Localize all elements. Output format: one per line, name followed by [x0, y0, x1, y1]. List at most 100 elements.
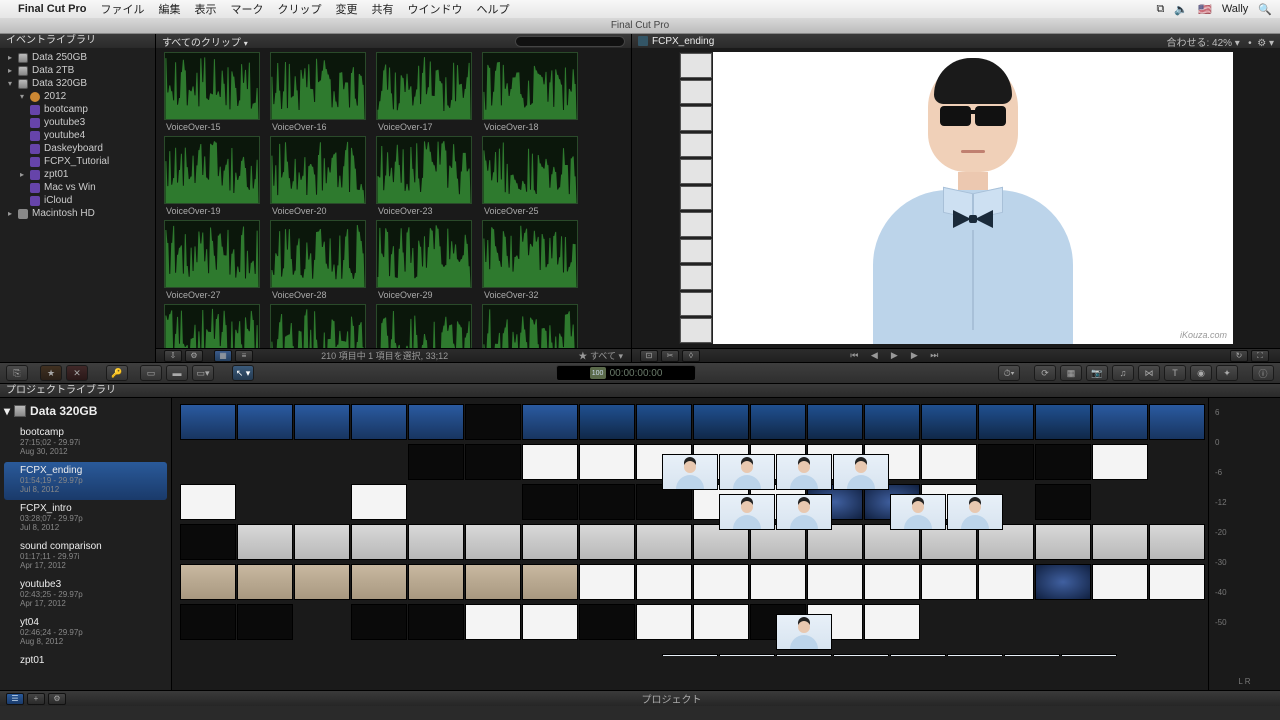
thumbnail[interactable] — [408, 444, 464, 480]
thumbnail[interactable] — [947, 494, 1003, 530]
event-item[interactable]: Daskeyboard — [0, 142, 155, 155]
thumbnail[interactable] — [351, 484, 407, 520]
clip-item[interactable]: VoiceOver-18 — [482, 52, 578, 132]
thumbnail[interactable] — [465, 524, 521, 560]
clip-item[interactable] — [376, 304, 472, 348]
spotlight-icon[interactable]: 🔍 — [1258, 3, 1272, 16]
thumbnail[interactable] — [237, 604, 293, 640]
year-folder[interactable]: ▾2012 — [0, 90, 155, 103]
menu-clip[interactable]: クリップ — [277, 1, 321, 17]
themes-button[interactable]: ✦ — [1216, 365, 1238, 381]
thumbnail[interactable] — [864, 404, 920, 440]
thumbnail[interactable] — [1035, 564, 1091, 600]
thumbnail[interactable] — [522, 524, 578, 560]
thumbnail[interactable] — [408, 564, 464, 600]
thumbnail[interactable] — [522, 564, 578, 600]
thumbnail[interactable] — [408, 524, 464, 560]
thumbnail[interactable] — [719, 494, 775, 530]
filmstrip-view-button[interactable]: ▦ — [214, 350, 232, 362]
thumbnail[interactable] — [693, 604, 749, 640]
thumbnail[interactable] — [579, 524, 635, 560]
menu-help[interactable]: ヘルプ — [476, 1, 509, 17]
fit-value[interactable]: 42% — [1212, 38, 1232, 49]
clip-item[interactable] — [164, 304, 260, 348]
thumbnail[interactable] — [465, 404, 521, 440]
retime-button[interactable]: ⏱▾ — [998, 365, 1020, 381]
thumbnail[interactable] — [1092, 564, 1148, 600]
menu-edit[interactable]: 編集 — [158, 1, 180, 17]
thumbnail[interactable] — [1092, 524, 1148, 560]
thumbnail[interactable] — [465, 444, 521, 480]
timecode-display[interactable]: 100 00:00:00:00 — [556, 365, 696, 381]
next-frame-button[interactable]: ▶ — [907, 350, 921, 361]
thumbnail[interactable] — [522, 404, 578, 440]
clip-item[interactable]: VoiceOver-27 — [164, 220, 260, 300]
thumbnail[interactable] — [921, 564, 977, 600]
thumbnail[interactable] — [1035, 404, 1091, 440]
viewer-canvas[interactable]: iKouza.com — [632, 48, 1280, 348]
transform-button[interactable]: ⊡ — [640, 350, 658, 362]
generators-button[interactable]: ◉ — [1190, 365, 1212, 381]
drive-item[interactable]: ▾Data 320GB — [0, 77, 155, 90]
thumbnail[interactable] — [1035, 444, 1091, 480]
music-button[interactable]: ♫ — [1112, 365, 1134, 381]
clip-item[interactable]: VoiceOver-20 — [270, 136, 366, 216]
thumbnail[interactable] — [522, 484, 578, 520]
thumbnail[interactable] — [636, 564, 692, 600]
drive-item[interactable]: ▸Data 250GB — [0, 51, 155, 64]
clip-item[interactable]: VoiceOver-23 — [376, 136, 472, 216]
clip-item[interactable] — [270, 304, 366, 348]
thumbnail[interactable] — [807, 564, 863, 600]
thumbnail[interactable] — [522, 444, 578, 480]
project-row[interactable]: FCPX_ending01:54;19 - 29.97pJul 8, 2012 — [4, 462, 167, 500]
thumbnail[interactable] — [1149, 524, 1205, 560]
select-tool[interactable]: ↖ ▾ — [232, 365, 254, 381]
thumbnail[interactable] — [579, 444, 635, 480]
thumbnail[interactable] — [579, 404, 635, 440]
thumbnail[interactable] — [776, 654, 832, 656]
thumbnail[interactable] — [180, 484, 236, 520]
project-row[interactable]: bootcamp27:15;02 - 29.97iAug 30, 2012 — [4, 424, 167, 462]
event-item[interactable]: iCloud — [0, 194, 155, 207]
fullscreen-button[interactable]: ⛶ — [1251, 350, 1269, 362]
thumbnail[interactable] — [833, 654, 889, 656]
list-view-button[interactable]: ≡ — [235, 350, 253, 362]
thumbnail[interactable] — [579, 484, 635, 520]
drive-item[interactable]: ▸Macintosh HD — [0, 207, 155, 220]
thumbnail[interactable] — [180, 404, 236, 440]
thumbnail[interactable] — [180, 604, 236, 640]
thumbnail[interactable] — [750, 564, 806, 600]
thumbnail[interactable] — [351, 604, 407, 640]
thumbnail[interactable] — [180, 564, 236, 600]
app-menu[interactable]: Final Cut Pro — [18, 3, 86, 15]
import-media-button[interactable]: ⎘ — [6, 365, 28, 381]
thumbnail[interactable] — [1092, 444, 1148, 480]
flag-icon[interactable]: 🇺🇸 — [1198, 3, 1212, 16]
event-item[interactable]: FCPX_Tutorial — [0, 155, 155, 168]
timeline-index-button[interactable]: ☰ — [6, 693, 24, 705]
clips-grid[interactable]: VoiceOver-15VoiceOver-16VoiceOver-17Voic… — [156, 48, 631, 348]
distort-button[interactable]: ◊ — [682, 350, 700, 362]
menu-view[interactable]: 表示 — [194, 1, 216, 17]
event-item[interactable]: youtube3 — [0, 116, 155, 129]
thumbnail[interactable] — [522, 604, 578, 640]
thumbnail[interactable] — [1035, 524, 1091, 560]
thumbnail[interactable] — [294, 524, 350, 560]
thumbnail[interactable] — [890, 654, 946, 656]
gear-button[interactable]: ⚙ — [185, 350, 203, 362]
play-button[interactable]: ▶ — [887, 350, 901, 361]
thumbnail[interactable] — [351, 404, 407, 440]
clip-item[interactable]: VoiceOver-19 — [164, 136, 260, 216]
menu-file[interactable]: ファイル — [100, 1, 144, 17]
thumbnail[interactable] — [776, 454, 832, 490]
thumbnail[interactable] — [864, 604, 920, 640]
thumbnail[interactable] — [921, 404, 977, 440]
favorite-button[interactable]: ★ — [40, 365, 62, 381]
insert-button[interactable]: ▬ — [166, 365, 188, 381]
thumbnail[interactable] — [807, 404, 863, 440]
reject-button[interactable]: ✕ — [66, 365, 88, 381]
thumbnail[interactable] — [1092, 404, 1148, 440]
menu-modify[interactable]: 変更 — [335, 1, 357, 17]
thumbnail[interactable] — [294, 564, 350, 600]
thumbnail[interactable] — [579, 564, 635, 600]
